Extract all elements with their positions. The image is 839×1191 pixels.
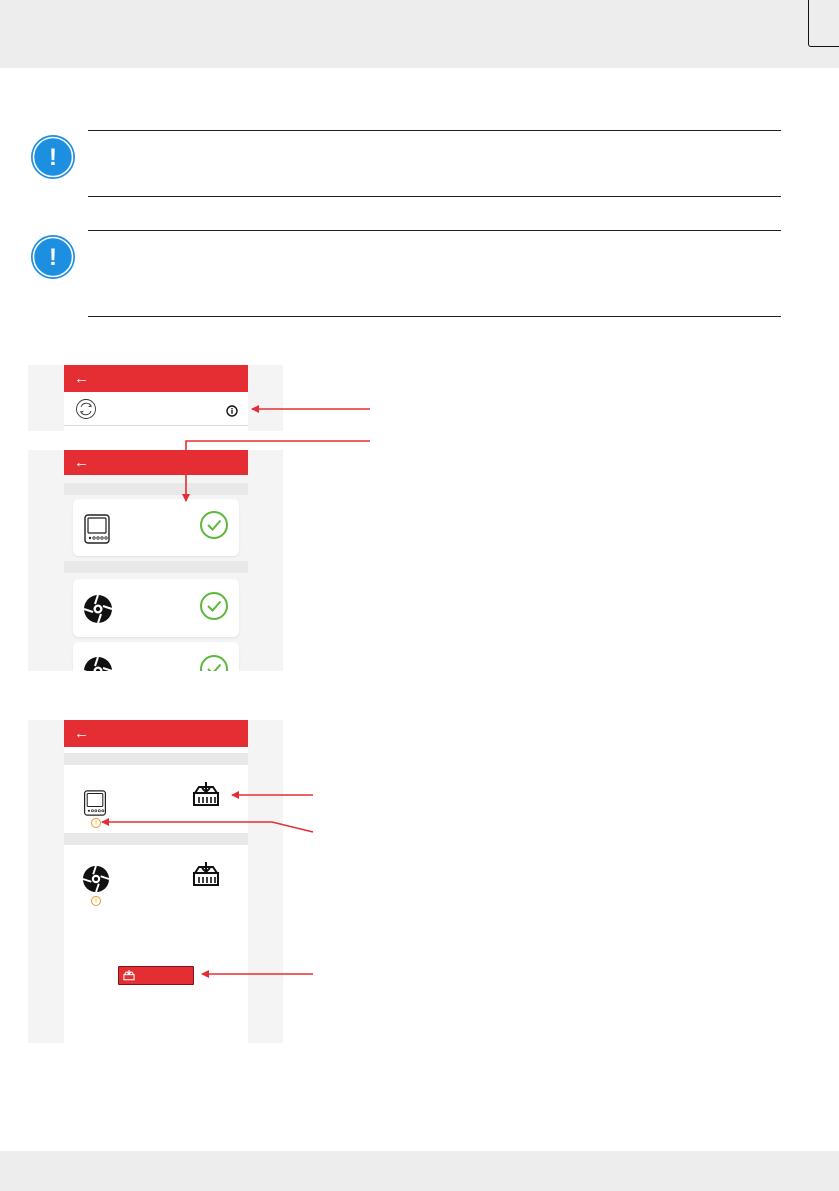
app-bar: ← (64, 450, 248, 475)
fan-coil-icon (82, 865, 110, 893)
notice-glyph: ! (49, 144, 57, 171)
exclamation-icon: ! (29, 133, 77, 181)
app-bar: ← (64, 720, 248, 747)
section-divider (64, 753, 248, 765)
notice-rule-bottom (88, 196, 781, 197)
notice-rule-top (88, 230, 781, 231)
fan-coil-icon (84, 656, 113, 671)
page-header-band (0, 0, 839, 68)
device-card[interactable] (73, 499, 239, 556)
thermostat-icon (83, 790, 107, 816)
device-card[interactable] (73, 642, 239, 671)
app-screenshot-two: ← (28, 450, 283, 671)
crop-mark (808, 0, 839, 47)
fan-coil-icon (83, 594, 113, 624)
update-all-button[interactable] (118, 966, 194, 985)
app-panel: ← (64, 450, 248, 671)
warning-info-icon[interactable]: i (91, 896, 101, 906)
device-row[interactable]: i (64, 850, 248, 910)
app-screenshot-one: ← (28, 365, 283, 431)
back-arrow-icon[interactable]: ← (74, 455, 89, 470)
back-arrow-icon[interactable]: ← (74, 726, 89, 741)
notice-glyph: ! (49, 244, 57, 271)
section-divider (64, 833, 248, 845)
app-panel: ← i i (64, 720, 248, 1043)
exclamation-icon: ! (29, 233, 77, 281)
firmware-download-icon (123, 970, 135, 981)
app-bar: ← (64, 365, 248, 392)
warning-info-icon[interactable]: i (91, 818, 101, 828)
device-card[interactable] (73, 579, 239, 637)
firmware-download-icon[interactable] (192, 862, 220, 888)
section-divider (64, 561, 248, 573)
app-screenshot-three: ← i i (28, 720, 283, 1043)
check-circle-icon (200, 592, 228, 620)
notice-rule-bottom (88, 316, 781, 317)
notice-rule-top (88, 130, 781, 131)
device-row[interactable]: i (64, 770, 248, 830)
sync-icon (76, 399, 96, 419)
thermostat-icon (84, 514, 110, 544)
info-icon[interactable] (226, 405, 238, 417)
app-panel: ← (64, 365, 248, 431)
check-circle-icon (200, 511, 228, 539)
page-footer-band (0, 1151, 839, 1191)
check-circle-icon (200, 655, 228, 671)
notice-icon: ! (28, 132, 78, 182)
section-divider (64, 483, 248, 495)
notice-icon: ! (28, 232, 78, 282)
firmware-download-icon[interactable] (192, 782, 220, 808)
back-arrow-icon[interactable]: ← (74, 371, 89, 386)
sync-row[interactable] (64, 392, 248, 426)
